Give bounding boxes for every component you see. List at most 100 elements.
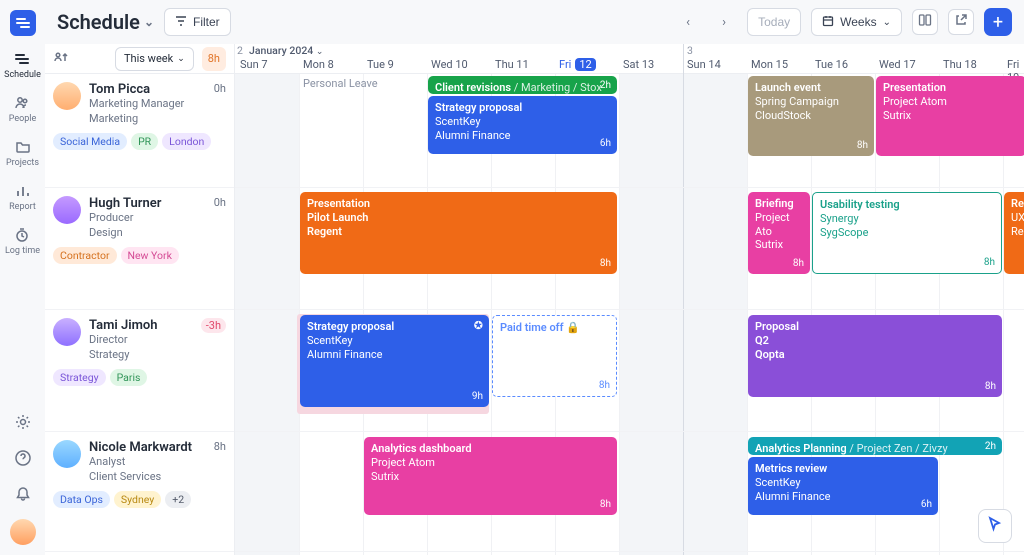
person-hours: 8h xyxy=(214,440,226,453)
density-button[interactable] xyxy=(912,9,938,35)
cursor-tool[interactable] xyxy=(978,509,1012,543)
nav-label: Schedule xyxy=(4,70,41,80)
day-header: Sat 13 xyxy=(623,58,654,71)
tag: Data Ops xyxy=(53,491,110,508)
month-label[interactable]: January 2024 ⌄ xyxy=(249,44,323,57)
bell-icon xyxy=(14,485,32,507)
tag: Strategy xyxy=(53,369,106,386)
task-card[interactable]: Metrics review ScentKey Alumni Finance 6… xyxy=(748,457,938,515)
view-select[interactable]: Weeks ⌄ xyxy=(811,8,902,36)
person-name: Nicole Markwardt xyxy=(89,440,192,455)
chevron-down-icon: ⌄ xyxy=(144,15,154,29)
nav-people[interactable]: People xyxy=(9,94,37,124)
task-card[interactable]: Paid time off 🔒 8h xyxy=(492,315,617,397)
person-role: Producer xyxy=(89,211,161,226)
task-card[interactable]: Usability testing Synergy SygScope 8h xyxy=(812,192,1002,274)
prev-button[interactable]: ‹ xyxy=(675,9,701,35)
chevron-down-icon: ⌄ xyxy=(883,17,891,28)
share-button[interactable] xyxy=(948,9,974,35)
task-card[interactable]: Rev UX Reg xyxy=(1004,192,1024,274)
page-title-text: Schedule xyxy=(57,10,140,34)
lock-icon: 🔒 xyxy=(566,321,580,334)
person-dept: Design xyxy=(89,226,161,241)
person-name: Tami Jimoh xyxy=(89,318,158,333)
plus-icon: + xyxy=(993,12,1003,33)
person-dept: Client Services xyxy=(89,470,192,485)
person-hours: 0h xyxy=(214,82,226,95)
schedule-icon xyxy=(13,50,31,68)
task-card[interactable]: Strategy proposal ScentKey Alumni Financ… xyxy=(300,315,489,407)
sort-button[interactable] xyxy=(53,51,69,67)
grid-header: 2 January 2024 ⌄ 3 Sun 7 Mon 8 Tue 9 Wed… xyxy=(235,44,1024,74)
notifications-button[interactable] xyxy=(10,483,36,509)
page-title[interactable]: Schedule ⌄ xyxy=(57,10,154,34)
task-card[interactable]: Presentation Project Atom Sutrix xyxy=(876,76,1024,156)
nav-rail: Schedule People Projects Report Log time xyxy=(0,0,45,555)
tag: London xyxy=(162,133,211,150)
tag: Paris xyxy=(110,369,148,386)
person-role: Analyst xyxy=(89,455,192,470)
tag: +2 xyxy=(165,491,191,508)
calendar-icon xyxy=(822,15,834,30)
nav-logtime[interactable]: Log time xyxy=(5,226,40,256)
nav-label: Log time xyxy=(5,246,40,256)
day-header: Mon 8 xyxy=(303,58,334,71)
person-hours: -3h xyxy=(201,318,226,333)
filter-button[interactable]: Filter xyxy=(164,8,231,36)
chevron-right-icon: › xyxy=(722,15,726,30)
schedule-grid: 2 January 2024 ⌄ 3 Sun 7 Mon 8 Tue 9 Wed… xyxy=(235,44,1024,555)
filter-icon xyxy=(175,15,187,30)
task-card[interactable]: Launch event Spring Campaign CloudStock … xyxy=(748,76,874,156)
today-label: Today xyxy=(758,15,790,29)
people-column: This week⌄ 8h 0h Tom Picca Marketing Man… xyxy=(45,44,235,555)
add-button[interactable]: + xyxy=(984,8,1012,36)
day-header: Sun 7 xyxy=(240,58,268,71)
person-row[interactable]: 0h Tom Picca Marketing Manager Marketing… xyxy=(45,74,234,188)
cursor-icon xyxy=(986,515,1004,537)
range-label: This week xyxy=(124,52,173,65)
nav-label: Projects xyxy=(6,158,39,168)
avatar xyxy=(53,196,81,224)
person-row[interactable]: 8h Nicole Markwardt Analyst Client Servi… xyxy=(45,432,234,552)
range-select[interactable]: This week⌄ xyxy=(115,47,194,71)
day-header: Mon 15 xyxy=(751,58,788,71)
density-icon xyxy=(918,13,932,31)
day-header: Fri12 xyxy=(559,58,596,71)
settings-button[interactable] xyxy=(10,411,36,437)
nav-projects[interactable]: Projects xyxy=(6,138,39,168)
task-card[interactable]: Proposal Q2 Qopta 8h xyxy=(748,315,1002,397)
avatar xyxy=(53,82,81,110)
day-header: Wed 10 xyxy=(431,58,468,71)
task-card[interactable]: Analytics dashboard Project Atom Sutrix … xyxy=(364,437,617,515)
view-label: Weeks xyxy=(840,15,876,29)
today-marker: 12 xyxy=(575,58,595,71)
next-button[interactable]: › xyxy=(711,9,737,35)
task-card[interactable]: Analytics Planning / Project Zen / Zivzy… xyxy=(748,437,1002,455)
nav-schedule[interactable]: Schedule xyxy=(4,50,41,80)
week-number: 2 xyxy=(237,44,243,57)
chevron-left-icon: ‹ xyxy=(686,15,690,30)
nav-report[interactable]: Report xyxy=(9,182,36,212)
task-card[interactable]: Briefing Project Ato Sutrix 8h xyxy=(748,192,810,274)
help-button[interactable] xyxy=(10,447,36,473)
person-name: Tom Picca xyxy=(89,82,184,97)
day-header: Sun 14 xyxy=(687,58,721,71)
today-button[interactable]: Today xyxy=(747,8,801,36)
person-row[interactable]: 0h Hugh Turner Producer Design Contracto… xyxy=(45,188,234,310)
app-logo xyxy=(10,10,36,36)
person-role: Marketing Manager xyxy=(89,97,184,112)
task-card[interactable]: Client revisions / Marketing / Stox 2h xyxy=(428,76,617,94)
gear-icon xyxy=(14,413,32,435)
chevron-down-icon: ⌄ xyxy=(316,47,324,57)
task-card[interactable]: Strategy proposal ScentKey Alumni Financ… xyxy=(428,96,617,154)
external-icon xyxy=(954,13,968,31)
nav-label: People xyxy=(9,114,37,124)
task-card[interactable]: Presentation Pilot Launch Regent 8h xyxy=(300,192,617,274)
day-header: Thu 11 xyxy=(495,58,529,71)
nav-label: Report xyxy=(9,202,36,212)
current-user-avatar[interactable] xyxy=(10,519,36,545)
leave-label: Personal Leave xyxy=(303,77,378,90)
person-row[interactable]: -3h Tami Jimoh Director Strategy Strateg… xyxy=(45,310,234,432)
person-role: Director xyxy=(89,333,158,348)
day-header: Tue 16 xyxy=(815,58,848,71)
